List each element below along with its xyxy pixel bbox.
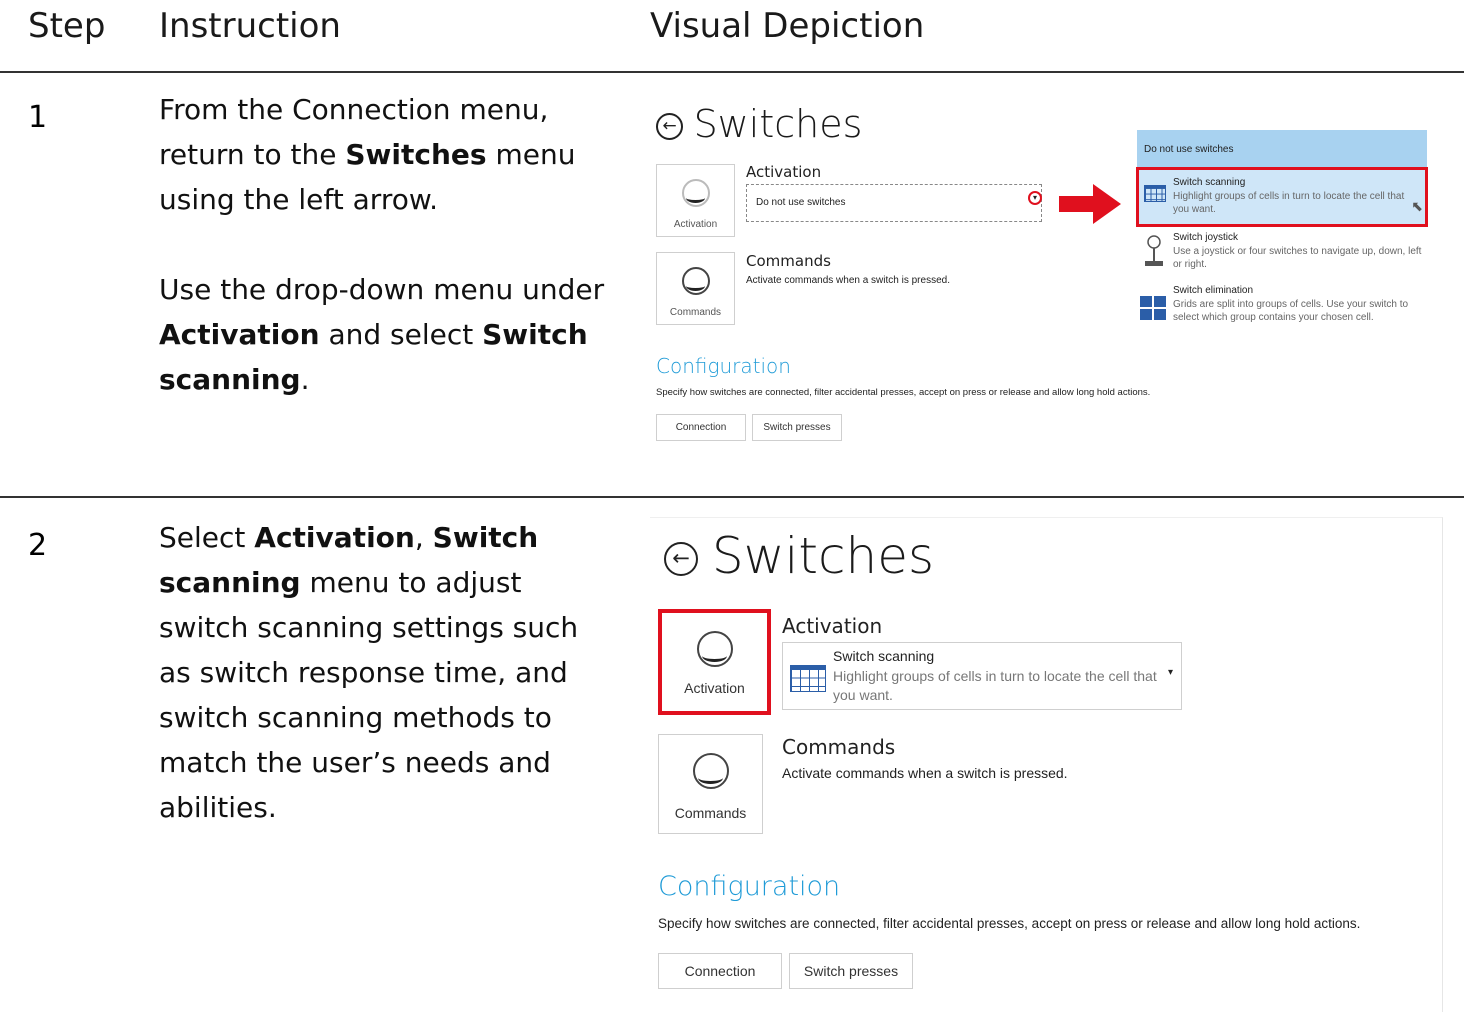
tile-label: Activation xyxy=(684,680,745,696)
screenshot-switches-1: ← Switches Activation Activation Do not … xyxy=(650,90,1450,450)
bold-text: Activation xyxy=(254,521,415,554)
instruction-paragraph: Use the drop-down menu under Activation … xyxy=(159,267,629,402)
switch-presses-button[interactable]: Switch presses xyxy=(752,414,842,441)
column-header-visual: Visual Depiction xyxy=(650,6,925,46)
switch-icon xyxy=(681,179,710,207)
switch-icon xyxy=(696,631,733,667)
header-divider xyxy=(0,71,1464,73)
page-title: Switches xyxy=(693,102,863,146)
commands-description: Activate commands when a switch is press… xyxy=(746,275,950,286)
dropdown-value: Do not use switches xyxy=(756,197,846,208)
activation-tile[interactable]: Activation xyxy=(658,609,771,715)
tile-label: Activation xyxy=(673,219,718,230)
commands-description: Activate commands when a switch is press… xyxy=(782,765,1068,781)
back-arrow-icon[interactable]: ← xyxy=(664,542,698,576)
step-number: 1 xyxy=(28,100,48,135)
menu-option-title: Switch scanning xyxy=(1173,177,1246,188)
menu-option-switch-scanning[interactable]: Switch scanning Highlight groups of cell… xyxy=(1136,167,1428,227)
text: Select xyxy=(159,521,255,554)
commands-heading: Commands xyxy=(782,735,896,759)
menu-option-switch-joystick[interactable]: Switch joystick Use a joystick or four s… xyxy=(1137,230,1427,280)
connection-button[interactable]: Connection xyxy=(658,953,782,989)
switch-icon xyxy=(681,267,710,295)
tile-label: Commands xyxy=(674,805,747,821)
switch-presses-button[interactable]: Switch presses xyxy=(789,953,913,989)
chevron-down-icon[interactable]: ▾ xyxy=(1168,667,1173,678)
text: , xyxy=(414,521,433,554)
configuration-description: Specify how switches are connected, filt… xyxy=(656,387,1151,398)
text: menu to adjust switch scanning settings … xyxy=(159,566,579,824)
page-heading: ← Switches xyxy=(656,102,862,147)
commands-tile[interactable]: Commands xyxy=(658,734,763,834)
menu-option-desc: Use a joystick or four switches to navig… xyxy=(1173,246,1422,270)
mouse-cursor-icon: ⬉ xyxy=(1411,198,1423,214)
switch-icon xyxy=(692,753,729,789)
dropdown-description: Highlight groups of cells in turn to loc… xyxy=(833,668,1157,703)
joystick-icon xyxy=(1145,235,1163,266)
column-header-instruction: Instruction xyxy=(159,6,341,46)
activation-menu: Do not use switches Switch scanning High… xyxy=(1136,130,1428,345)
tile-label: Commands xyxy=(669,307,722,318)
screenshot-switches-2: ← Switches Activation Activation Switch … xyxy=(650,517,1443,1012)
menu-option-label: Do not use switches xyxy=(1144,144,1234,155)
activation-dropdown[interactable]: Do not use switches ▾ xyxy=(746,184,1042,222)
activation-tile[interactable]: Activation xyxy=(656,164,735,237)
bold-text: Switches xyxy=(345,138,487,171)
menu-option-desc: Highlight groups of cells in turn to loc… xyxy=(1173,191,1405,215)
activation-heading: Activation xyxy=(746,163,822,181)
grid-icon xyxy=(1144,185,1166,202)
page-heading: ← Switches xyxy=(664,526,934,586)
text: . xyxy=(300,363,310,396)
configuration-heading: Configuration xyxy=(656,354,791,378)
dropdown-chevron-icon[interactable]: ▾ xyxy=(1028,191,1042,205)
step-instruction: Select Activation, Switch scanning menu … xyxy=(159,515,599,830)
back-arrow-icon[interactable]: ← xyxy=(656,113,683,140)
commands-tile[interactable]: Commands xyxy=(656,252,735,325)
menu-option-none[interactable]: Do not use switches xyxy=(1137,130,1427,167)
grid-icon xyxy=(790,665,826,692)
menu-option-switch-elimination[interactable]: Switch elimination Grids are split into … xyxy=(1137,284,1427,344)
dropdown-title: Switch scanning xyxy=(833,648,935,664)
column-header-step: Step xyxy=(28,6,106,46)
step-instruction: From the Connection menu, return to the … xyxy=(159,87,629,402)
menu-option-title: Switch elimination xyxy=(1173,285,1254,296)
text: and select xyxy=(319,318,483,351)
red-arrow-icon xyxy=(1059,184,1121,224)
commands-heading: Commands xyxy=(746,252,831,270)
activation-heading: Activation xyxy=(782,614,883,638)
menu-option-title: Switch joystick xyxy=(1173,232,1239,243)
bold-text: Activation xyxy=(159,318,320,351)
configuration-description: Specify how switches are connected, filt… xyxy=(658,916,1361,931)
quad-grid-icon xyxy=(1140,296,1166,320)
menu-option-desc: Grids are split into groups of cells. Us… xyxy=(1173,299,1409,323)
instruction-paragraph: From the Connection menu, return to the … xyxy=(159,87,629,222)
row-divider xyxy=(0,496,1464,498)
step-number: 2 xyxy=(28,528,48,563)
text: Use the drop-down menu under xyxy=(159,273,605,306)
connection-button[interactable]: Connection xyxy=(656,414,746,441)
instruction-paragraph: Select Activation, Switch scanning menu … xyxy=(159,515,599,830)
page-title: Switches xyxy=(711,527,935,585)
activation-dropdown[interactable]: Switch scanning Highlight groups of cell… xyxy=(782,642,1182,710)
configuration-heading: Configuration xyxy=(658,871,841,902)
